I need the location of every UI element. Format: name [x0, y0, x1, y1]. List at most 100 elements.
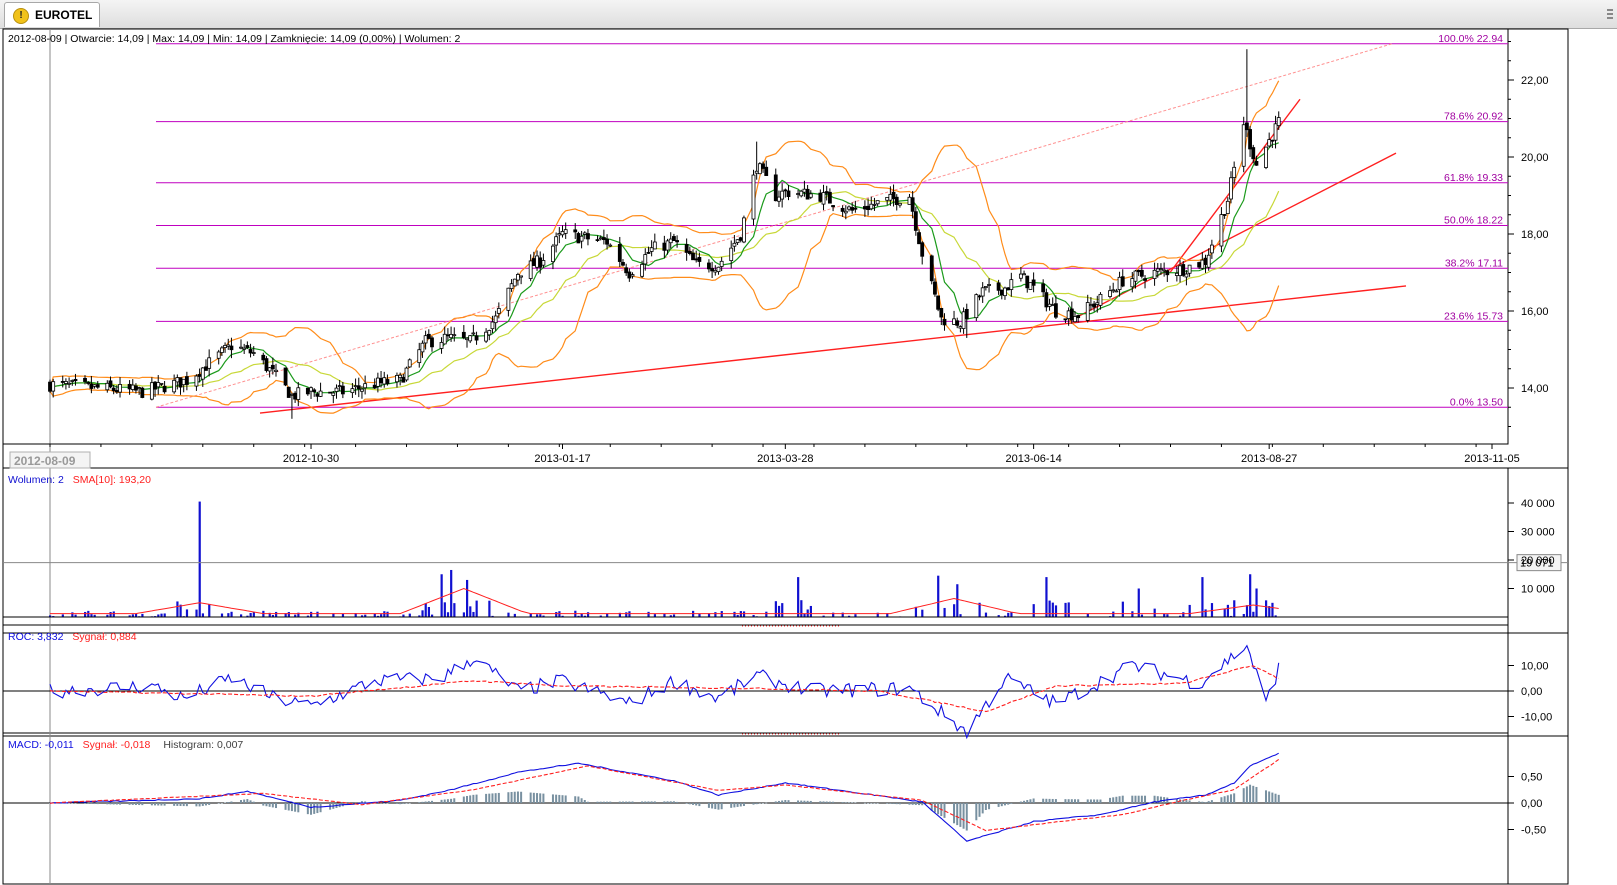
chart-area[interactable]: 100.0% 22.94 78.6% 20.92 61.8% 19.33 50.0% … — [0, 28, 1617, 885]
volume-bar — [800, 600, 803, 617]
macd-histogram-bar — [752, 803, 755, 805]
price-panel — [2, 28, 1509, 445]
macd-histogram-bar — [800, 800, 803, 803]
candle-body — [579, 235, 584, 242]
candle-body — [67, 382, 71, 385]
candle-body — [417, 349, 422, 364]
macd-histogram-bar — [128, 803, 131, 805]
macd-histogram-bar — [1026, 800, 1029, 803]
volume-bar — [809, 605, 812, 617]
candle-body — [382, 377, 387, 385]
macd-histogram-bar — [399, 803, 402, 805]
candle-body — [496, 308, 501, 314]
macd-histogram-bar — [762, 803, 765, 804]
macd-histogram-bar — [1007, 803, 1010, 805]
macd-line — [49, 752, 1279, 842]
candle-body — [1244, 122, 1249, 131]
candle-body — [395, 375, 399, 383]
candle-body — [1047, 303, 1052, 307]
candle-body — [668, 238, 673, 244]
macd-histogram-bar — [1077, 799, 1080, 803]
candle-body — [172, 379, 177, 393]
candle-body — [1003, 287, 1007, 297]
macd-histogram-bar — [529, 792, 532, 803]
candle-body — [207, 357, 212, 369]
volume-bar — [1032, 604, 1035, 617]
macd-histogram-bar — [462, 796, 465, 803]
macd-histogram-bar — [1131, 795, 1134, 803]
svg-text:ROC: 3,832 Sygnał: 0,884: ROC: 3,832 Sygnał: 0,884 — [8, 631, 137, 643]
candle-body — [1273, 123, 1278, 141]
candle-body — [761, 163, 765, 169]
macd-histogram-bar — [224, 802, 227, 803]
candle-body — [1267, 139, 1272, 147]
macd-histogram-bar — [765, 802, 768, 804]
macd-histogram-bar — [450, 798, 453, 803]
volume-bar — [1010, 612, 1013, 617]
candle-body — [805, 188, 810, 200]
macd-histogram-bar — [131, 803, 134, 805]
volume-bar — [647, 611, 650, 617]
candle-body — [1009, 279, 1014, 290]
candle-body — [375, 377, 380, 387]
candle-body — [468, 335, 473, 342]
candle-body — [1098, 293, 1103, 306]
candle-body — [885, 196, 890, 201]
candle-body — [853, 207, 858, 210]
macd-histogram-bar — [886, 803, 889, 804]
price-axis-label: 18,00 — [1521, 229, 1549, 241]
macd-histogram-bar — [294, 803, 297, 812]
macd-histogram-bar — [851, 802, 854, 803]
macd-histogram-bar — [828, 801, 831, 803]
volume-bar — [220, 613, 224, 617]
macd-histogram-bar — [692, 803, 695, 805]
macd-histogram-bar — [628, 801, 631, 803]
candle-body — [245, 345, 250, 348]
candle-body — [1120, 276, 1125, 287]
macd-histogram-bar — [981, 803, 984, 814]
macd-histogram-bar — [739, 803, 742, 807]
volume-bar — [230, 611, 233, 617]
volume-bar — [1007, 612, 1010, 617]
candle-body — [1044, 292, 1049, 308]
candle-body — [426, 333, 431, 339]
candle-body — [296, 387, 301, 400]
macd-histogram-bar — [978, 803, 981, 817]
macd-histogram-bar — [895, 803, 898, 805]
candle-body — [535, 255, 539, 268]
candle-body — [783, 189, 788, 192]
macd-histogram-bar — [953, 803, 956, 824]
candle-body — [379, 377, 383, 384]
candle-body — [286, 386, 291, 398]
candle-body — [64, 381, 68, 384]
volume-bar — [921, 609, 924, 617]
macd-histogram-bar — [733, 803, 736, 808]
candle-body — [955, 320, 960, 326]
macd-histogram-bar — [809, 800, 812, 803]
candle-body — [531, 258, 536, 266]
candle-body — [95, 384, 100, 388]
macd-histogram-bar — [106, 803, 109, 805]
candle-body — [560, 231, 565, 236]
candle-body — [1159, 268, 1163, 270]
volume-bar — [386, 611, 389, 617]
macd-histogram-bar — [1109, 797, 1112, 803]
candle-body — [1111, 289, 1116, 292]
macd-histogram-bar — [173, 803, 176, 806]
candle-body — [1085, 302, 1090, 321]
macd-histogram-bar — [1067, 799, 1070, 803]
macd-histogram-bar — [112, 803, 115, 805]
macd-histogram-bar — [914, 803, 917, 805]
candle-body — [1174, 272, 1179, 276]
macd-histogram-bar — [965, 803, 968, 831]
macd-histogram-bar — [1277, 794, 1280, 803]
candle-body — [264, 358, 269, 371]
grip-icon[interactable] — [1603, 0, 1617, 28]
macd-histogram-bar — [443, 799, 446, 803]
macd-histogram-bar — [1003, 803, 1006, 806]
candle-body — [334, 387, 339, 392]
tab-eurotel[interactable]: ! EUROTEL — [4, 2, 100, 27]
volume-bar — [227, 613, 230, 617]
candle-body — [757, 163, 762, 175]
macd-histogram-bar — [819, 801, 822, 803]
